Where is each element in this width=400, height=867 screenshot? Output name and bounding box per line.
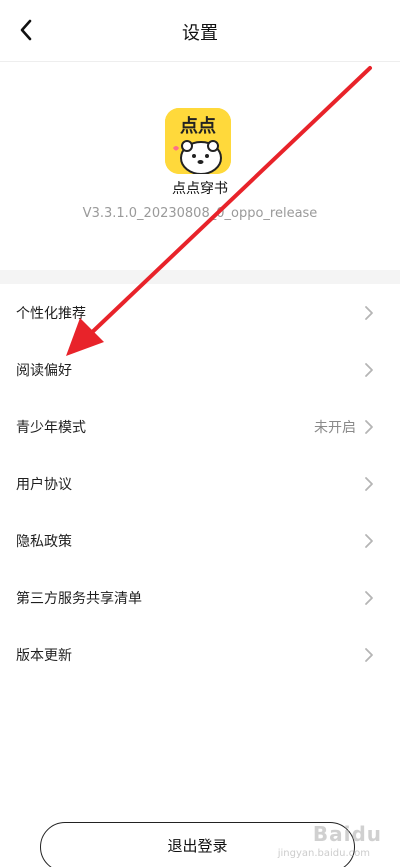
chevron-right-icon	[365, 476, 373, 491]
chevron-right-icon	[365, 647, 373, 662]
chevron-right-icon	[365, 362, 373, 377]
header: 设置	[0, 0, 400, 62]
teen-mode-status: 未开启	[314, 419, 356, 436]
setting-row-privacy-policy[interactable]: 隐私政策	[0, 512, 400, 569]
app-logo-text: 点点	[180, 115, 216, 137]
row-label: 第三方服务共享清单	[16, 590, 142, 607]
app-info: 点点 点点穿书 V3.3.1.0_20230808_0_oppo_release	[0, 62, 400, 270]
logout-label: 退出登录	[167, 836, 228, 855]
row-label: 用户协议	[16, 476, 72, 493]
chevron-right-icon	[365, 590, 373, 605]
chevron-right-icon	[365, 533, 373, 548]
setting-row-third-party-sharing[interactable]: 第三方服务共享清单	[0, 569, 400, 626]
settings-list: 个性化推荐 阅读偏好 青少年模式 未开启 用户协议 隐私政策 第三方服务共享清单…	[0, 284, 400, 683]
setting-row-reading-preference[interactable]: 阅读偏好	[0, 341, 400, 398]
setting-row-personalized-recommendation[interactable]: 个性化推荐	[0, 284, 400, 341]
section-divider	[0, 270, 400, 284]
chevron-right-icon	[365, 419, 373, 434]
watermark-sub: jingyan.baidu.com	[277, 848, 370, 859]
app-logo: 点点	[165, 108, 231, 174]
page-title: 设置	[182, 23, 218, 44]
row-label: 版本更新	[16, 647, 72, 664]
row-label: 个性化推荐	[16, 305, 86, 322]
setting-row-user-agreement[interactable]: 用户协议	[0, 455, 400, 512]
row-label: 隐私政策	[16, 533, 72, 550]
chevron-right-icon	[365, 305, 373, 320]
watermark: Baidu	[312, 822, 382, 846]
row-label: 青少年模式	[16, 419, 86, 436]
app-version: V3.3.1.0_20230808_0_oppo_release	[82, 206, 318, 221]
setting-row-version-update[interactable]: 版本更新	[0, 626, 400, 683]
setting-row-teen-mode[interactable]: 青少年模式 未开启	[0, 398, 400, 455]
app-name: 点点穿书	[172, 181, 228, 197]
settings-screen: 设置 点点 点点穿书 V3.3.1.0_20230808_0_oppo_rele…	[0, 0, 400, 867]
row-label: 阅读偏好	[16, 362, 72, 379]
logout-button[interactable]: 退出登录	[40, 822, 355, 867]
